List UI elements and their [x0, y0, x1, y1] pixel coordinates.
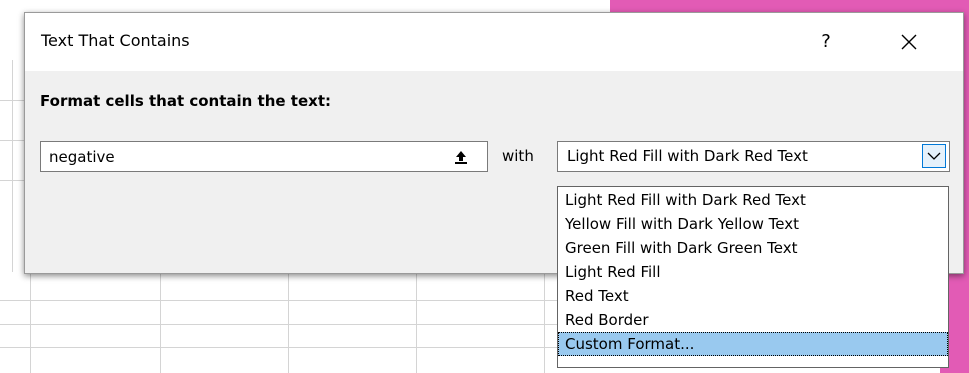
- format-select[interactable]: Light Red Fill with Dark Red Text: [557, 141, 950, 172]
- format-option[interactable]: Light Red Fill with Dark Red Text: [558, 188, 948, 212]
- collapse-dialog-button[interactable]: [437, 143, 485, 170]
- close-button[interactable]: [889, 22, 929, 62]
- grid-line: [544, 272, 545, 373]
- help-button[interactable]: ?: [808, 23, 844, 59]
- dialog-titlebar: Text That Contains ?: [25, 13, 963, 71]
- grid-line: [0, 324, 560, 325]
- grid-line: [288, 272, 289, 373]
- close-icon: [901, 34, 917, 50]
- dialog-title: Text That Contains: [41, 31, 190, 50]
- format-option[interactable]: Red Text: [558, 284, 948, 308]
- grid-line: [160, 272, 161, 373]
- grid-line: [30, 272, 31, 373]
- grid-line: [416, 272, 417, 373]
- format-option-custom[interactable]: Custom Format...: [558, 332, 948, 356]
- grid-line: [0, 300, 560, 301]
- chevron-down-icon: [927, 152, 941, 160]
- with-label: with: [502, 147, 534, 165]
- format-option[interactable]: Red Border: [558, 308, 948, 332]
- contains-text-field: [40, 141, 488, 172]
- format-option[interactable]: Yellow Fill with Dark Yellow Text: [558, 212, 948, 236]
- grid-line: [0, 347, 560, 348]
- format-dropdown-list: Light Red Fill with Dark Red Text Yellow…: [557, 186, 949, 368]
- contains-text-input[interactable]: [41, 142, 443, 171]
- grid-line: [12, 60, 13, 272]
- upload-arrow-icon: [455, 150, 467, 164]
- format-dropdown-button[interactable]: [922, 144, 946, 168]
- format-option[interactable]: Green Fill with Dark Green Text: [558, 236, 948, 260]
- format-prompt-label: Format cells that contain the text:: [40, 92, 331, 110]
- format-option[interactable]: Light Red Fill: [558, 260, 948, 284]
- format-selected-value: Light Red Fill with Dark Red Text: [567, 147, 808, 165]
